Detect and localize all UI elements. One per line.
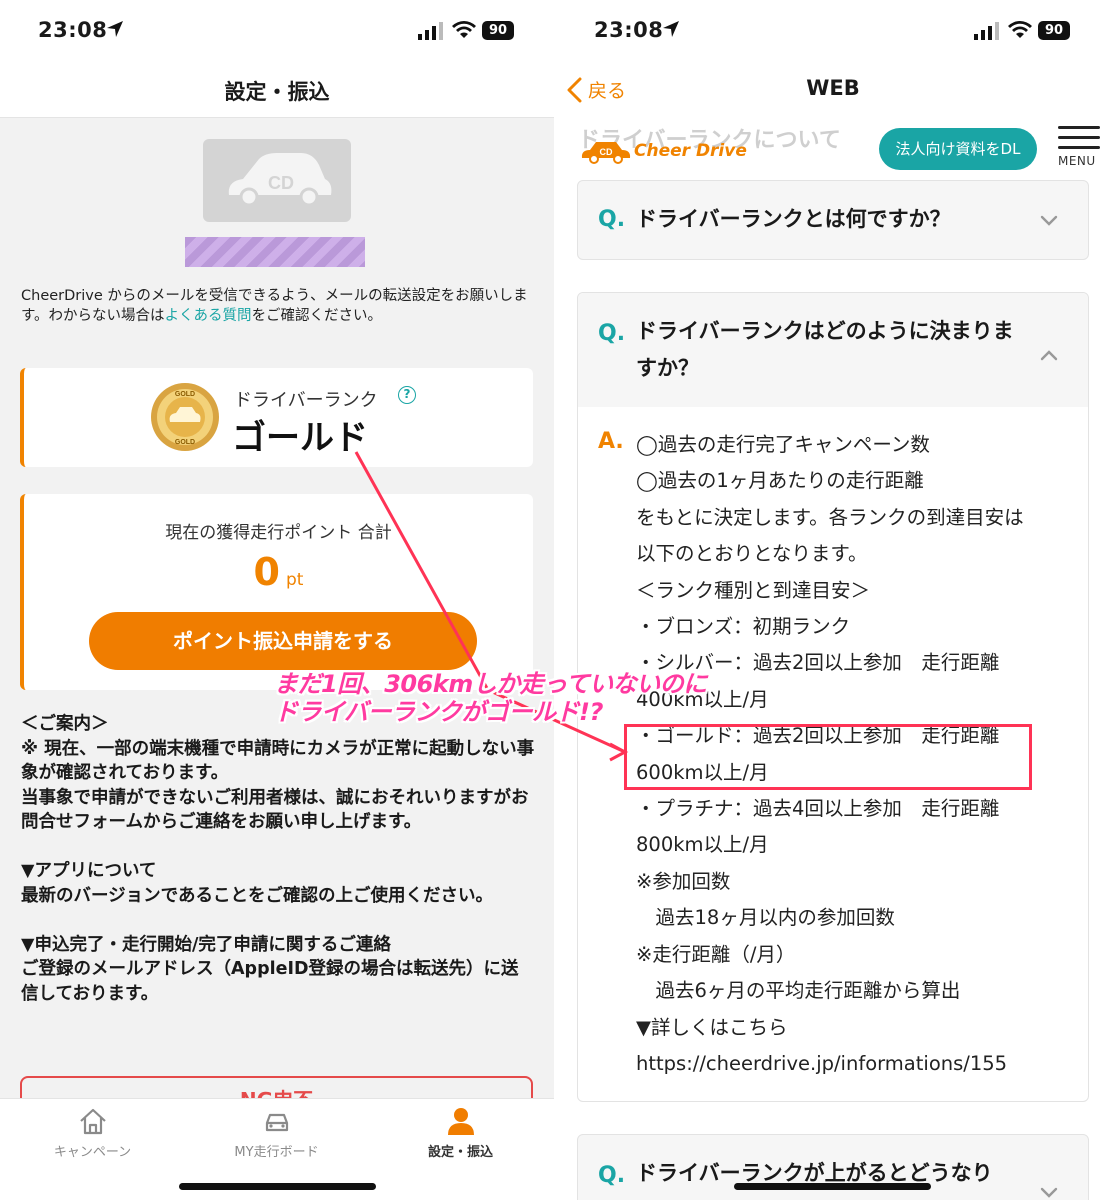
home-indicator-right xyxy=(734,1183,931,1190)
points-label: 現在の獲得走行ポイント 合計 xyxy=(165,523,392,543)
web-site-header: ドライバーランクについて CD Cheer Drive 法人向け資料をDL ME… xyxy=(556,118,1110,180)
web-title: WEB xyxy=(806,76,860,100)
battery-icon: 90 xyxy=(482,21,514,40)
answer-line: をもとに決定します。各ランクの到達目安は xyxy=(636,505,1024,529)
q-mark: Q. xyxy=(598,321,626,346)
rank-label: ドライバーランク xyxy=(234,390,378,411)
faq-question-1: ドライバーランクとは何ですか？ xyxy=(636,207,951,231)
notice-text: ＜ご案内＞ ※ 現在、一部の端末機種で申請時にカメラが正常に起動しない事象が確認… xyxy=(21,714,535,1004)
help-icon[interactable]: ? xyxy=(398,386,416,404)
points-value: 0 pt xyxy=(24,550,533,594)
hamburger-icon-bar xyxy=(1058,146,1100,149)
user-name-redacted xyxy=(185,237,365,267)
status-bar: 23:08 90 xyxy=(0,0,554,62)
cheerdrive-logo[interactable]: CD Cheer Drive xyxy=(580,138,747,164)
avatar[interactable]: CD xyxy=(203,139,351,222)
home-indicator xyxy=(179,1183,376,1190)
cellular-signal-icon xyxy=(974,22,999,40)
svg-text:GOLD: GOLD xyxy=(175,391,195,398)
rank-value: ゴールド xyxy=(232,418,368,458)
chevron-down-icon xyxy=(1040,1187,1058,1198)
annotation-line-2: ドライバーランクがゴールド!? xyxy=(274,698,603,726)
car-placeholder-icon: CD xyxy=(228,153,332,207)
intro-suffix: をご確認ください。 xyxy=(251,308,383,324)
q-mark: Q. xyxy=(598,1163,626,1188)
wifi-icon xyxy=(452,21,476,38)
answer-line: ※参加回数 xyxy=(636,869,731,893)
tab-my-board-label: MY走行ボード xyxy=(234,1145,319,1160)
status-bar-right: 23:08 90 xyxy=(556,0,1110,62)
nav-bar-right: 戻る WEB xyxy=(556,62,1110,118)
wifi-icon xyxy=(1008,21,1032,38)
menu-label: MENU xyxy=(1058,154,1096,168)
location-arrow-icon xyxy=(107,21,123,37)
a-mark: A. xyxy=(598,429,624,454)
highlight-gold-row-box xyxy=(624,724,1032,790)
gold-medal-icon: GOLD GOLD xyxy=(151,383,219,451)
tab-settings[interactable]: 設定・振込 xyxy=(368,1105,553,1160)
status-time: 23:08 xyxy=(38,18,108,42)
status-time-right: 23:08 xyxy=(594,18,664,42)
answer-line: 以下のとおりとなります。 xyxy=(636,542,868,566)
annotation-text: まだ1回、306kmしか走っていないのに ドライバーランクがゴールド!? xyxy=(274,670,707,726)
cellular-signal-icon xyxy=(418,22,443,40)
faq-item-3[interactable]: Q. ドライバーランクが上がるとどうなり xyxy=(577,1134,1089,1200)
intro-text: CheerDrive からのメールを受信できるよう、メールの転送設定をお願いしま… xyxy=(21,286,535,326)
location-arrow-icon xyxy=(663,21,679,37)
answer-line: 800km以上/月 xyxy=(636,833,769,857)
svg-text:GOLD: GOLD xyxy=(175,439,195,446)
right-screen: 23:08 90 戻る WEB ドライバーランクについて CD Cheer Dr… xyxy=(556,0,1110,1200)
tab-my-board[interactable]: MY走行ボード xyxy=(184,1105,369,1160)
chevron-down-icon xyxy=(1040,215,1058,226)
car-icon xyxy=(265,1113,288,1132)
answer-line[interactable]: https://cheerdrive.jp/informations/155 xyxy=(636,1046,1056,1082)
answer-line: ※走行距離（/月） xyxy=(636,942,796,966)
faq-question-2: ドライバーランクはどのように決まりますか？ xyxy=(636,319,1014,380)
points-number: 0 xyxy=(253,550,280,594)
battery-icon: 90 xyxy=(1038,21,1070,40)
answer-line: ◯過去の走行完了キャンペーン数 xyxy=(636,433,930,456)
chevron-up-icon xyxy=(1040,350,1058,361)
logo-text: Cheer Drive xyxy=(634,141,747,161)
nav-bar: 設定・振込 xyxy=(0,62,554,118)
answer-line: ◯過去の1ヶ月あたりの走行距離 xyxy=(636,469,924,493)
answer-line: ▼詳しくはこちら xyxy=(636,1015,788,1039)
annotation-line-1: まだ1回、306kmしか走っていないのに xyxy=(274,670,707,698)
person-icon xyxy=(447,1108,474,1135)
q-mark: Q. xyxy=(598,207,626,232)
hamburger-icon xyxy=(1058,126,1100,129)
hamburger-icon-bar xyxy=(1058,136,1100,139)
svg-text:CD: CD xyxy=(600,147,613,157)
answer-line: ・ブロンズ：初期ランク xyxy=(636,615,851,639)
home-icon xyxy=(79,1108,106,1135)
points-card: 現在の獲得走行ポイント 合計 0 pt ポイント振込申請をする xyxy=(20,494,533,690)
left-screen: 23:08 90 設定・振込 CD CheerDrive からのメールを受信でき… xyxy=(0,0,554,1200)
svg-text:CD: CD xyxy=(268,173,294,193)
point-transfer-button[interactable]: ポイント振込申請をする xyxy=(89,612,477,670)
page-title: 設定・振込 xyxy=(224,80,330,104)
cheerdrive-car-logo-icon: CD xyxy=(581,142,631,164)
answer-line: ・プラチナ：過去4回以上参加 走行距離 xyxy=(636,797,1000,821)
faq-item-1[interactable]: Q. ドライバーランクとは何ですか？ xyxy=(577,180,1089,260)
corporate-material-dl-button[interactable]: 法人向け資料をDL xyxy=(879,128,1037,170)
answer-line: 過去6ヶ月の平均走行距離から算出 xyxy=(636,979,961,1003)
faq-link[interactable]: よくある質問 xyxy=(165,308,252,324)
answer-line: 過去18ヶ月以内の参加回数 xyxy=(636,906,895,930)
tab-campaign-label: キャンペーン xyxy=(53,1145,132,1160)
tab-campaign[interactable]: キャンペーン xyxy=(0,1105,185,1160)
rank-card: GOLD GOLD ドライバーランク ? ゴールド xyxy=(20,368,533,467)
answer-line: ＜ランク種別と到達目安＞ xyxy=(636,578,871,602)
menu-button[interactable]: MENU xyxy=(1058,126,1100,168)
points-unit: pt xyxy=(285,570,304,590)
tab-settings-label: 設定・振込 xyxy=(427,1145,493,1160)
